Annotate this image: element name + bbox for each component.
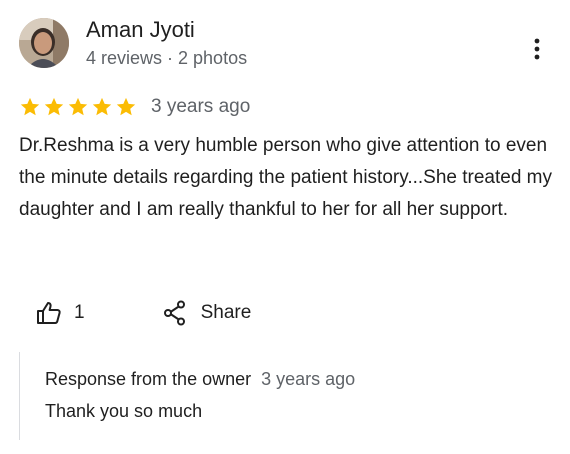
like-count: 1 [74, 302, 85, 323]
thumb-up-icon [37, 302, 61, 324]
avatar-photo [19, 18, 69, 68]
owner-response-header: Response from the owner 3 years ago [45, 369, 355, 390]
owner-response-title: Response from the owner [45, 369, 252, 389]
share-icon [163, 300, 185, 326]
star-icon [68, 97, 88, 116]
like-button[interactable]: 1 [36, 301, 85, 325]
star-icon [20, 97, 40, 116]
share-label: Share [200, 302, 252, 323]
avatar[interactable] [19, 18, 69, 68]
owner-response-text: Thank you so much [45, 401, 203, 421]
owner-response-date: 3 years ago [261, 369, 356, 389]
more-vert-icon [534, 38, 540, 60]
review-actions: 1 Share [36, 296, 251, 330]
star-rating [19, 96, 137, 118]
rating-row: 3 years ago [19, 93, 250, 121]
star-icon [116, 97, 136, 116]
more-options-button[interactable] [520, 32, 554, 66]
share-button[interactable]: Share [163, 300, 252, 326]
star-icon [44, 97, 64, 116]
review-date: 3 years ago [151, 96, 251, 117]
owner-response: Response from the owner 3 years ago Thank… [19, 352, 540, 440]
review-card: Aman Jyoti 4 reviews · 2 photos 3 years … [0, 0, 570, 454]
author-meta: 4 reviews · 2 photos [86, 48, 248, 68]
author-name[interactable]: Aman Jyoti [86, 16, 195, 44]
review-text: Dr.Reshma is a very humble person who gi… [19, 135, 553, 220]
star-icon [92, 97, 112, 116]
